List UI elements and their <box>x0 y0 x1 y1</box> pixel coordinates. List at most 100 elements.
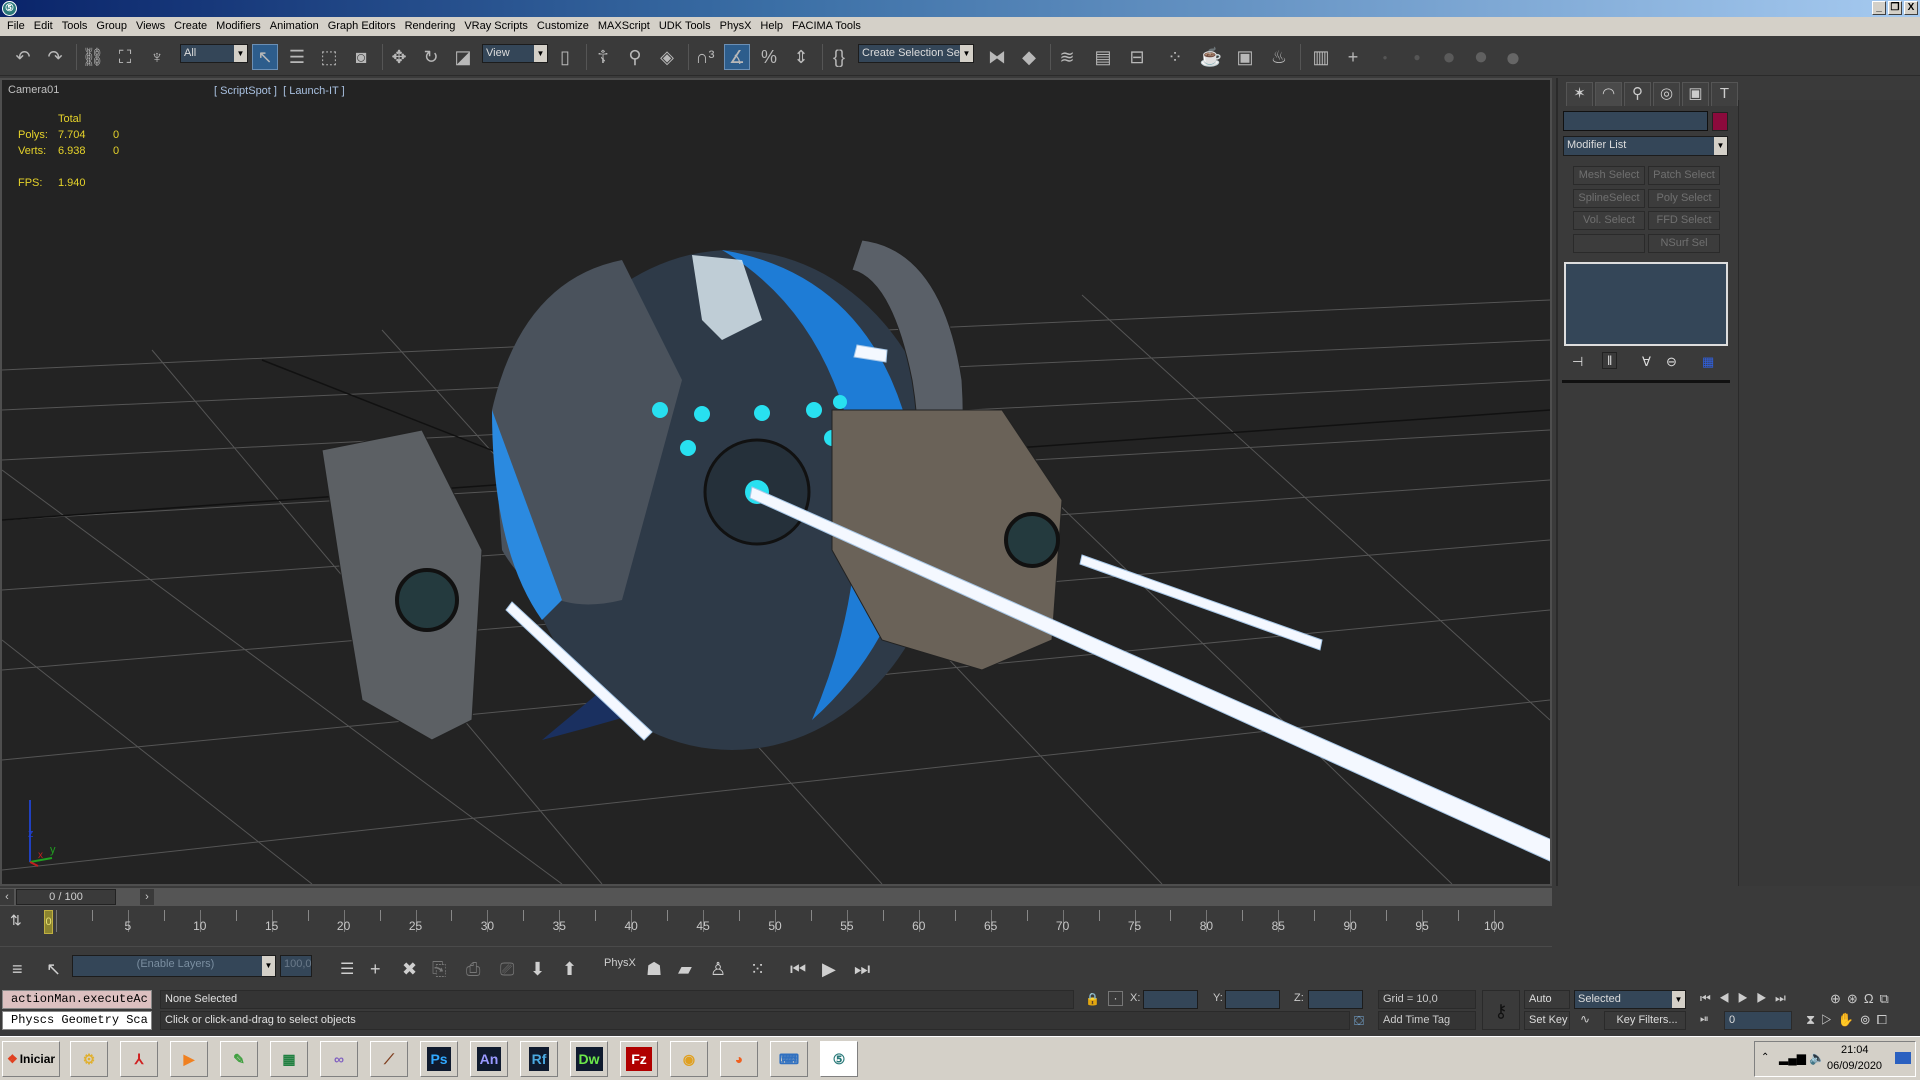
camera-viewport[interactable]: Camera01 [ ScriptSpot ] [ Launch-IT ] To… <box>0 78 1552 886</box>
3d-snap-icon[interactable]: ∩³ <box>692 44 718 70</box>
tab-utilities[interactable]: T <box>1711 82 1738 106</box>
menu-help[interactable]: Help <box>757 17 789 36</box>
menu-facima-tools[interactable]: FACIMA Tools <box>789 17 867 36</box>
tab-hierarchy[interactable]: ⚲ <box>1624 82 1651 106</box>
key-filters-button[interactable]: Key Filters... <box>1604 1011 1686 1030</box>
taskbar-app-3dsmax[interactable]: ⑤ <box>820 1041 858 1077</box>
render-setup-icon[interactable]: ☕ <box>1198 44 1224 70</box>
cloth-icon[interactable]: ▰ <box>678 959 692 980</box>
absolute-mode-icon[interactable]: · <box>1108 991 1123 1006</box>
next-frame-arrow-icon[interactable]: › <box>140 889 154 905</box>
brush-size-4-icon[interactable]: ● <box>1468 43 1494 70</box>
menu-create[interactable]: Create <box>171 17 213 36</box>
remove-from-layer-icon[interactable]: ⬆ <box>562 959 577 980</box>
paste-layer-icon[interactable]: ⎙ <box>466 959 480 980</box>
menu-group[interactable]: Group <box>93 17 133 36</box>
next-frame-icon[interactable]: ▶ <box>1756 991 1775 1005</box>
brush-size-2-icon[interactable]: ● <box>1404 44 1430 70</box>
named-selection-set-dropdown[interactable]: Create Selection Set ▼ <box>858 44 974 63</box>
configure-modifier-sets-icon[interactable]: ▦ <box>1702 354 1714 370</box>
select-object-icon[interactable]: ↖ <box>252 44 278 70</box>
unlink-icon[interactable]: ⛶ <box>112 44 138 70</box>
auto-key-button[interactable]: Auto Key <box>1524 990 1570 1022</box>
selection-filter-dropdown[interactable]: All ▼ <box>180 44 248 63</box>
open-mini-curve-editor-icon[interactable]: ⇅ <box>10 912 22 929</box>
undo-icon[interactable]: ↶ <box>10 44 36 70</box>
sim-play-icon[interactable]: ▶ <box>822 959 836 980</box>
new-layer-icon[interactable]: + <box>370 959 381 980</box>
orbit-icon[interactable]: ⊚ <box>1860 1012 1877 1027</box>
physx-icon[interactable]: PhysX <box>604 957 636 969</box>
rectangular-selection-icon[interactable]: ⬚ <box>316 44 342 70</box>
menu-views[interactable]: Views <box>133 17 171 36</box>
3dsmax-app-icon[interactable]: ⑤ <box>2 1 17 16</box>
tab-motion[interactable]: ◎ <box>1653 82 1680 106</box>
set-key-icon[interactable]: ⚷ <box>1482 990 1520 1030</box>
viewport-script-links[interactable]: [ ScriptSpot ] [ Launch-IT ] <box>214 85 345 97</box>
window-crossing-icon[interactable]: ◙ <box>348 44 374 70</box>
menu-vray-scripts[interactable]: VRay Scripts <box>461 17 534 36</box>
brush-size-1-icon[interactable]: ● <box>1372 44 1398 70</box>
clock-time[interactable]: 21:04 <box>1841 1044 1869 1056</box>
keyboard-shortcut-override-icon[interactable]: ⚲ <box>622 44 648 70</box>
redo-icon[interactable]: ↷ <box>42 44 68 70</box>
time-tag-icon[interactable]: ⛋ <box>1354 1013 1364 1029</box>
minimize-button[interactable]: _ <box>1872 1 1886 15</box>
taskbar-app-animate[interactable]: An <box>470 1041 508 1077</box>
angle-snap-icon[interactable]: ∡ <box>724 44 750 70</box>
go-to-end-icon[interactable]: ⏭ <box>1775 991 1794 1005</box>
ragdoll-icon[interactable]: ☗ <box>646 959 662 980</box>
curve-editor-icon[interactable]: ▤ <box>1090 44 1116 70</box>
menu-tools[interactable]: Tools <box>59 17 94 36</box>
mesh-select-button[interactable]: Mesh Select <box>1573 166 1645 185</box>
spline-select-button[interactable]: SplineSelect <box>1573 189 1645 208</box>
add-icon[interactable]: + <box>1340 44 1366 70</box>
network-icon[interactable]: ▂▄▆ <box>1779 1051 1806 1065</box>
rendered-frame-window-icon[interactable]: ▣ <box>1232 44 1258 70</box>
menu-file[interactable]: File <box>4 17 31 36</box>
z-coordinate-field[interactable] <box>1308 990 1363 1009</box>
show-end-result-icon[interactable]: ‖ <box>1602 352 1618 369</box>
track-bar[interactable]: ⇅ 5 10 15 20 25 30 35 40 45 50 55 60 65 70 75 80 85 90 95 1… <box>0 906 1552 946</box>
select-and-link-icon[interactable]: ⛓ <box>80 44 106 70</box>
layer-list-icon[interactable]: ☰ <box>340 959 354 979</box>
nsurf-sel-button[interactable]: NSurf Sel <box>1648 234 1720 253</box>
show-desktop-icon[interactable] <box>1895 1052 1911 1064</box>
menu-maxscript[interactable]: MAXScript <box>595 17 656 36</box>
percent-snap-icon[interactable]: % <box>756 44 782 70</box>
modifier-stack[interactable] <box>1564 262 1728 346</box>
taskbar-app-chrome[interactable]: ◉ <box>670 1041 708 1077</box>
lock-selection-icon[interactable]: 🔒 <box>1085 992 1100 1006</box>
add-time-tag-button[interactable]: Add Time Tag <box>1378 1011 1476 1030</box>
prev-frame-arrow-icon[interactable]: ‹ <box>0 889 14 905</box>
viewport-label[interactable]: Camera01 <box>8 84 59 96</box>
pin-stack-icon[interactable]: ⊣ <box>1572 354 1583 370</box>
mirror-icon[interactable]: ⧓ <box>984 44 1010 70</box>
set-key-button[interactable]: Set Key <box>1524 1011 1570 1030</box>
sim-rewind-icon[interactable]: ⏮ <box>790 959 806 980</box>
material-editor-icon[interactable]: ⁘ <box>1162 44 1188 70</box>
taskbar-app-settings[interactable]: ⚙ <box>70 1041 108 1077</box>
taskbar-app-system-monitor[interactable]: ▦ <box>270 1041 308 1077</box>
x-coordinate-field[interactable] <box>1143 990 1198 1009</box>
taskbar-app-rf[interactable]: Rf <box>520 1041 558 1077</box>
previous-frame-icon[interactable]: ◀ <box>1719 991 1738 1005</box>
tab-create[interactable]: ✶ <box>1566 82 1593 106</box>
select-arrow-icon[interactable]: ↖ <box>46 959 61 980</box>
layer-value-spinner[interactable]: 100,0 <box>280 955 312 977</box>
start-button[interactable]: ❖ Iniciar <box>2 1041 60 1077</box>
menu-graph-editors[interactable]: Graph Editors <box>325 17 402 36</box>
pan-icon[interactable]: ✋ <box>1838 1012 1860 1027</box>
menu-physx[interactable]: PhysX <box>717 17 758 36</box>
current-frame-field[interactable]: 0 <box>1724 1011 1792 1030</box>
menu-animation[interactable]: Animation <box>267 17 325 36</box>
merge-layer-icon[interactable]: ⎚ <box>500 959 514 980</box>
taskbar-app-notepad-plus[interactable]: ✎ <box>220 1041 258 1077</box>
manipulate-icon[interactable]: ☦ <box>590 44 616 70</box>
zoom-icon[interactable]: ⊕ <box>1830 991 1847 1006</box>
taskbar-app-acrobat[interactable]: ⅄ <box>120 1041 158 1077</box>
tab-display[interactable]: ▣ <box>1682 82 1709 106</box>
select-and-scale-icon[interactable]: ◪ <box>450 44 476 70</box>
time-slider-thumb[interactable]: 0 / 100 <box>16 889 116 905</box>
key-mode-toggle-icon[interactable]: ⏯ <box>1700 1013 1709 1026</box>
